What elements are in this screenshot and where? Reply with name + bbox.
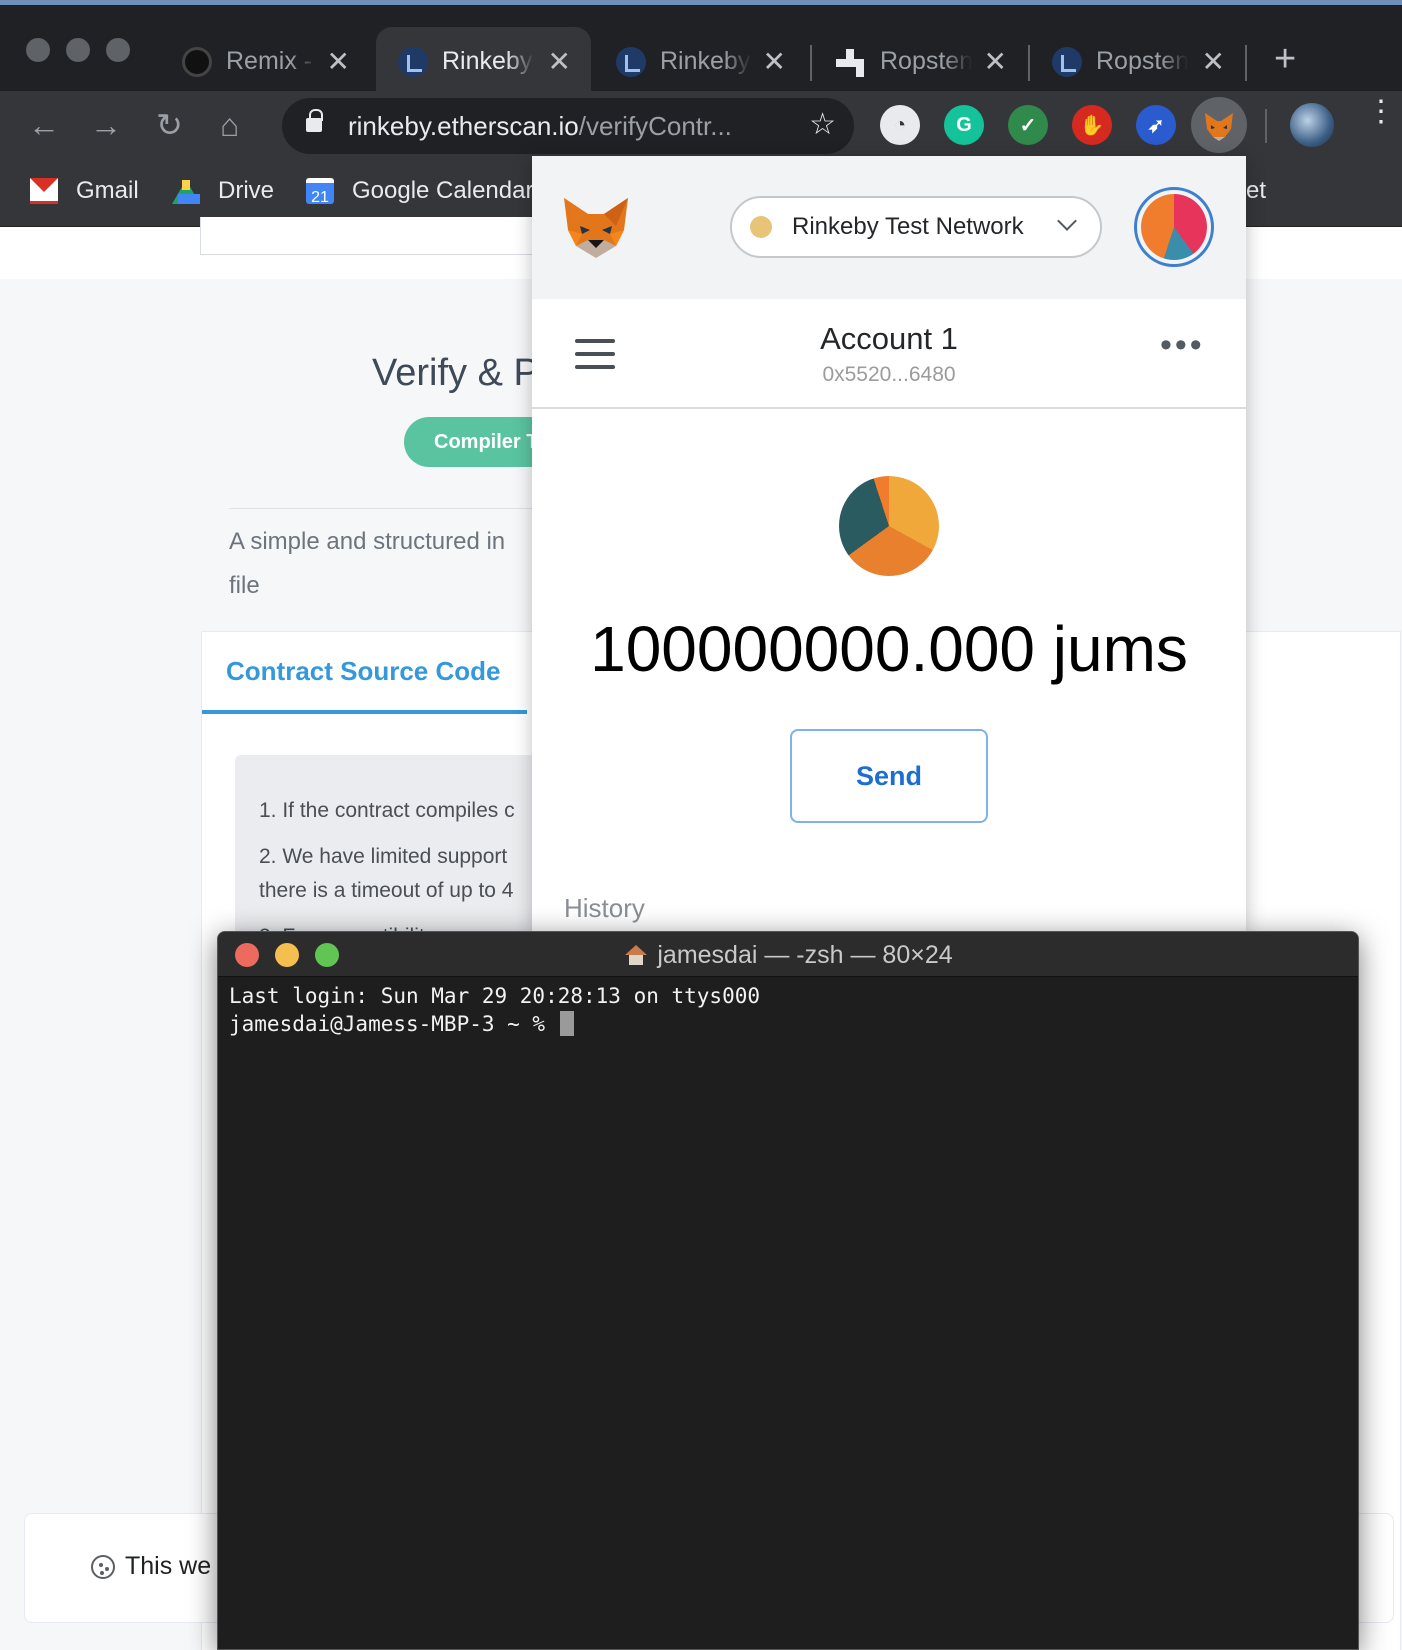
info-line: 1. If the contract compiles c	[259, 799, 515, 822]
network-status-dot	[750, 216, 772, 238]
tab-close-icon[interactable]: ✕	[1202, 45, 1225, 78]
page-description: A simple and structured in file	[229, 528, 506, 599]
bookmark-label: Drive	[218, 177, 275, 204]
tab-close-icon[interactable]: ✕	[548, 45, 571, 78]
tab-rinkeby[interactable]: Rinkeby ✕	[594, 27, 806, 96]
screen: Remix - ✕ Rinkeby ✕ Rinkeby ✕ Ropsten ✕	[0, 0, 1402, 1650]
history-heading: History	[564, 893, 645, 923]
chrome-menu-icon[interactable]: ⋮	[1366, 97, 1396, 127]
reload-icon[interactable]: ↻	[156, 103, 183, 147]
metamask-extension-button[interactable]	[1191, 97, 1247, 153]
bookmark-drive[interactable]: Drive	[172, 177, 274, 205]
info-line: 2. We have limited support	[259, 845, 508, 868]
etherscan-icon	[1052, 46, 1082, 77]
bookmark-google-calendar[interactable]: 21 Google Calendar	[306, 177, 534, 206]
terminal-output[interactable]: Last login: Sun Mar 29 20:28:13 on ttys0…	[229, 982, 760, 1038]
shield-extension-icon[interactable]: ✓	[1008, 105, 1048, 145]
account-bar: Account 1 0x5520...6480 •••	[532, 299, 1246, 409]
remix-icon	[182, 46, 212, 77]
tab-close-icon[interactable]: ✕	[984, 45, 1007, 78]
drive-icon	[172, 178, 200, 204]
terminal-prompt: jamesdai@Jamess-MBP-3 ~ %	[229, 1012, 558, 1036]
metamask-popup: Rinkeby Test Network Account 1 0x5520...…	[532, 156, 1246, 931]
new-tab-button[interactable]: +	[1274, 40, 1296, 78]
terminal-line: Last login: Sun Mar 29 20:28:13 on ttys0…	[229, 984, 761, 1008]
tab-close-icon[interactable]: ✕	[327, 45, 350, 78]
page-title: Verify & P	[372, 352, 539, 394]
tab-title: Remix -	[226, 47, 313, 75]
terminal-title: jamesdai — -zsh — 80×24	[657, 941, 953, 969]
header-search-box[interactable]	[200, 217, 540, 255]
send-button[interactable]: Send	[790, 729, 988, 823]
balance-amount: 100000000.000	[590, 613, 1035, 685]
tab-title: Rinkeby	[660, 47, 751, 75]
token-identicon	[839, 476, 939, 576]
window-minimize-button[interactable]	[66, 38, 90, 62]
home-folder-icon	[625, 945, 648, 965]
terminal-window: jamesdai — -zsh — 80×24 Last login: Sun …	[217, 931, 1359, 1650]
terminal-title-bar[interactable]: jamesdai — -zsh — 80×24	[218, 932, 1358, 977]
account-options-icon[interactable]: •••	[1160, 328, 1205, 362]
network-selector[interactable]: Rinkeby Test Network	[730, 196, 1102, 258]
tab-close-icon[interactable]: ✕	[763, 45, 786, 78]
gmail-icon	[30, 178, 58, 204]
chevron-down-icon	[1057, 211, 1077, 231]
account-address[interactable]: 0x5520...6480	[532, 363, 1246, 387]
terminal-cursor	[559, 1011, 574, 1036]
faucet-icon	[834, 47, 866, 77]
calendar-icon: 21	[306, 178, 334, 206]
lock-icon	[306, 109, 323, 132]
etherscan-icon	[398, 46, 428, 77]
metamask-header: Rinkeby Test Network	[532, 156, 1246, 299]
tab-contract-source-code[interactable]: Contract Source Code	[226, 656, 501, 687]
browser-toolbar: ← → ↻ ⌂ rinkeby.etherscan.io/verifyContr…	[0, 91, 1402, 161]
identicon	[1141, 194, 1207, 260]
window-close-button[interactable]	[26, 38, 50, 62]
address-bar[interactable]: rinkeby.etherscan.io/verifyContr... ☆	[282, 98, 854, 154]
tab-title: Ropsten	[880, 47, 972, 75]
bookmark-gmail[interactable]: Gmail	[30, 177, 139, 205]
token-symbol: jums	[1052, 613, 1188, 685]
bookmark-label: et	[1246, 177, 1267, 204]
tab-title: Rinkeby	[442, 47, 533, 75]
cookie-text: This we	[125, 1552, 212, 1580]
bookmark-label: Gmail	[76, 177, 139, 204]
tab-rinkeby-active[interactable]: Rinkeby ✕	[376, 27, 591, 96]
metamask-fox-icon	[1205, 113, 1233, 141]
adblock-extension-icon[interactable]: ✋	[1072, 105, 1112, 145]
account-identicon-button[interactable]	[1134, 187, 1214, 267]
etherscan-icon	[616, 46, 646, 77]
forward-arrow-icon[interactable]: →	[90, 103, 122, 147]
account-name[interactable]: Account 1	[532, 321, 1246, 357]
network-name: Rinkeby Test Network	[792, 213, 1024, 240]
tab-ropsten-faucet[interactable]: Ropsten ✕	[812, 27, 1027, 96]
window-zoom-button[interactable]	[106, 38, 130, 62]
home-icon[interactable]: ⌂	[220, 103, 239, 147]
url-text: rinkeby.etherscan.io/verifyContr...	[348, 111, 732, 141]
profile-avatar[interactable]	[1290, 103, 1334, 147]
rocket-extension-icon[interactable]: ➶	[1136, 105, 1176, 145]
bookmark-label: Google Calendar	[352, 177, 534, 204]
bookmark-overflow[interactable]: et	[1246, 177, 1266, 205]
speed-dial-extension-icon[interactable]: ◔	[880, 105, 920, 145]
tab-title: Ropsten	[1096, 47, 1188, 75]
token-balance: 100000000.000 jums	[532, 612, 1246, 686]
cookie-icon	[91, 1554, 115, 1579]
grammarly-extension-icon[interactable]: G	[944, 105, 984, 145]
tab-strip: Remix - ✕ Rinkeby ✕ Rinkeby ✕ Ropsten ✕	[0, 0, 1402, 96]
metamask-fox-icon	[564, 198, 628, 258]
bookmark-star-icon[interactable]: ☆	[809, 107, 836, 142]
back-arrow-icon[interactable]: ←	[28, 103, 60, 147]
tab-ropsten[interactable]: Ropsten ✕	[1030, 27, 1245, 96]
tab-remix[interactable]: Remix - ✕	[160, 27, 370, 96]
info-line: there is a timeout of up to 4	[259, 879, 514, 902]
